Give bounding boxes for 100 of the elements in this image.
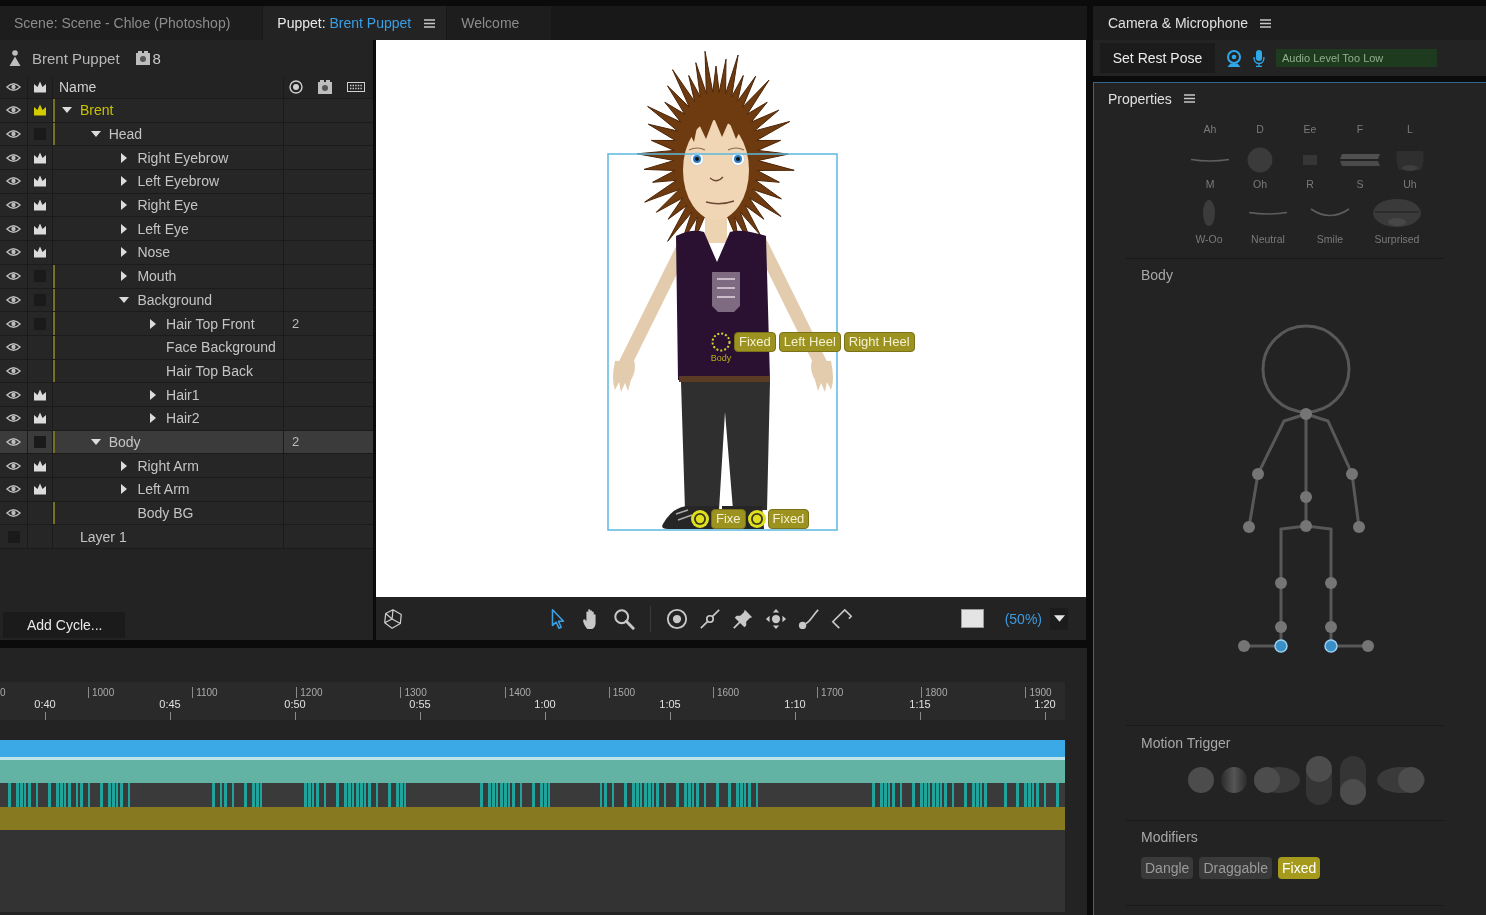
disclosure-triangle-icon[interactable] bbox=[90, 436, 101, 447]
joint-dot-icon[interactable] bbox=[1275, 621, 1287, 633]
crown-icon[interactable] bbox=[33, 199, 47, 212]
layer-row[interactable]: Layer 1 bbox=[0, 525, 373, 550]
stage-canvas[interactable]: Body Fixed Left Heel Right Heel Fixe Fixed bbox=[376, 40, 1086, 597]
eye-icon[interactable] bbox=[6, 389, 21, 400]
track-bar[interactable] bbox=[0, 740, 1065, 757]
zoom-dropdown-button[interactable] bbox=[1050, 607, 1068, 630]
eye-icon[interactable] bbox=[6, 82, 21, 92]
eye-icon[interactable] bbox=[6, 223, 21, 234]
joint-dot-icon[interactable] bbox=[1274, 639, 1288, 653]
crown-icon[interactable] bbox=[33, 104, 47, 117]
mouth-shape-icon[interactable] bbox=[1310, 208, 1350, 218]
webcam-icon[interactable] bbox=[1226, 49, 1242, 67]
polyhedron-icon[interactable] bbox=[382, 607, 404, 630]
layer-row[interactable]: Body 2 bbox=[0, 430, 373, 455]
joint-dot-icon[interactable] bbox=[1300, 408, 1312, 420]
disclosure-triangle-icon[interactable] bbox=[119, 294, 130, 305]
bracket-icon[interactable] bbox=[831, 607, 853, 630]
layer-row[interactable]: Hair Top Front 2 bbox=[0, 312, 373, 336]
layer-row[interactable]: Hair2 bbox=[0, 406, 373, 431]
joint-dot-icon[interactable] bbox=[1243, 521, 1255, 533]
gear-box-icon[interactable] bbox=[318, 80, 332, 94]
eye-icon[interactable] bbox=[6, 200, 21, 211]
time-ruler[interactable]: 0 1000 1100 1200 1300 1400 1500 1600 1700 1800 1900 0:40 0:45 0:50 0:55 1:00 1:05 1:10 1:15 1:20 bbox=[0, 682, 1065, 720]
modifier-tag[interactable]: Draggable bbox=[1199, 857, 1272, 879]
crown-icon[interactable] bbox=[33, 175, 47, 188]
magnifier-icon[interactable] bbox=[613, 607, 635, 630]
eye-icon[interactable] bbox=[6, 294, 21, 305]
add-cycle-button[interactable]: Add Cycle... bbox=[3, 612, 125, 638]
eye-icon[interactable] bbox=[6, 318, 21, 329]
move-arrows-icon[interactable] bbox=[765, 607, 787, 630]
layer-row[interactable]: Left Arm bbox=[0, 478, 373, 502]
zoom-level[interactable]: (50%) bbox=[1004, 610, 1042, 627]
layer-row[interactable]: Body BG bbox=[0, 501, 373, 526]
menu-icon[interactable] bbox=[1183, 94, 1195, 103]
crown-icon[interactable] bbox=[33, 151, 47, 164]
target-icon[interactable] bbox=[289, 80, 303, 94]
eye-icon[interactable] bbox=[6, 105, 21, 116]
joint-dot-icon[interactable] bbox=[1275, 577, 1287, 589]
crown-icon[interactable] bbox=[33, 412, 47, 425]
eye-icon[interactable] bbox=[6, 436, 21, 447]
tab[interactable]: Scene: Scene - Chloe (Photoshop) bbox=[0, 6, 263, 40]
joint-dot-icon[interactable] bbox=[1362, 640, 1374, 652]
layer-row[interactable]: Hair Top Back bbox=[0, 359, 373, 384]
layer-row[interactable]: Right Eyebrow bbox=[0, 146, 373, 171]
crown-icon[interactable] bbox=[33, 81, 47, 93]
eye-icon[interactable] bbox=[6, 413, 21, 424]
eye-icon[interactable] bbox=[6, 176, 21, 187]
dashed-ring-icon[interactable] bbox=[711, 332, 731, 352]
eye-icon[interactable] bbox=[6, 271, 21, 282]
target-icon[interactable] bbox=[666, 607, 688, 630]
tab[interactable]: Puppet: Brent Puppet bbox=[263, 6, 447, 40]
eye-icon[interactable] bbox=[6, 247, 21, 258]
column-header[interactable]: Name bbox=[59, 79, 97, 95]
crown-icon[interactable] bbox=[33, 483, 47, 496]
modifier-tag[interactable]: Dangle bbox=[1141, 857, 1194, 879]
curve-icon[interactable] bbox=[798, 607, 820, 630]
eye-icon[interactable] bbox=[6, 342, 21, 353]
striped-take-bar[interactable] bbox=[0, 783, 1065, 807]
layer-row[interactable]: Head bbox=[0, 122, 373, 147]
tab[interactable]: Welcome bbox=[447, 6, 552, 40]
crown-icon[interactable] bbox=[33, 459, 47, 472]
joint-dot-icon[interactable] bbox=[1325, 577, 1337, 589]
crown-icon[interactable] bbox=[33, 246, 47, 259]
menu-icon[interactable] bbox=[1260, 18, 1272, 28]
layer-row[interactable]: Left Eyebrow bbox=[0, 170, 373, 194]
mouth-shape-icon[interactable] bbox=[1248, 210, 1288, 216]
joint-dot-icon[interactable] bbox=[1238, 640, 1250, 652]
color-swatch-icon[interactable] bbox=[960, 609, 984, 628]
layer-row[interactable]: Left Eye bbox=[0, 217, 373, 242]
pin-icon[interactable] bbox=[732, 607, 754, 630]
layer-row[interactable]: Right Eye bbox=[0, 193, 373, 218]
eye-icon[interactable] bbox=[6, 508, 21, 519]
set-rest-pose-button[interactable]: Set Rest Pose bbox=[1100, 43, 1215, 73]
layer-row[interactable]: Face Background bbox=[0, 335, 373, 360]
handle-ring-icon[interactable] bbox=[691, 510, 709, 528]
joint-dot-icon[interactable] bbox=[1300, 491, 1312, 503]
crown-icon[interactable] bbox=[33, 388, 47, 401]
joint-dot-icon[interactable] bbox=[1353, 521, 1365, 533]
joint-dot-icon[interactable] bbox=[1252, 468, 1264, 480]
layer-row[interactable]: Mouth bbox=[0, 264, 373, 289]
eye-icon[interactable] bbox=[6, 365, 21, 376]
eye-icon[interactable] bbox=[6, 460, 21, 471]
keyboard-icon[interactable] bbox=[347, 82, 365, 92]
eye-icon[interactable] bbox=[6, 484, 21, 495]
joint-dot-icon[interactable] bbox=[1346, 468, 1358, 480]
microphone-icon[interactable] bbox=[1253, 49, 1265, 67]
layer-row[interactable]: Background bbox=[0, 288, 373, 313]
layer-row[interactable]: Hair1 bbox=[0, 383, 373, 407]
layer-row[interactable]: Brent bbox=[0, 99, 373, 123]
menu-icon[interactable] bbox=[424, 18, 436, 28]
mouth-shape-icon[interactable] bbox=[1190, 157, 1230, 163]
eye-icon[interactable] bbox=[6, 152, 21, 163]
crown-icon[interactable] bbox=[33, 222, 47, 235]
stick-icon[interactable] bbox=[699, 607, 721, 630]
eye-icon[interactable] bbox=[6, 129, 21, 140]
handle-ring-icon[interactable] bbox=[747, 510, 766, 528]
joint-dot-icon[interactable] bbox=[1324, 639, 1338, 653]
joint-dot-icon[interactable] bbox=[1325, 621, 1337, 633]
